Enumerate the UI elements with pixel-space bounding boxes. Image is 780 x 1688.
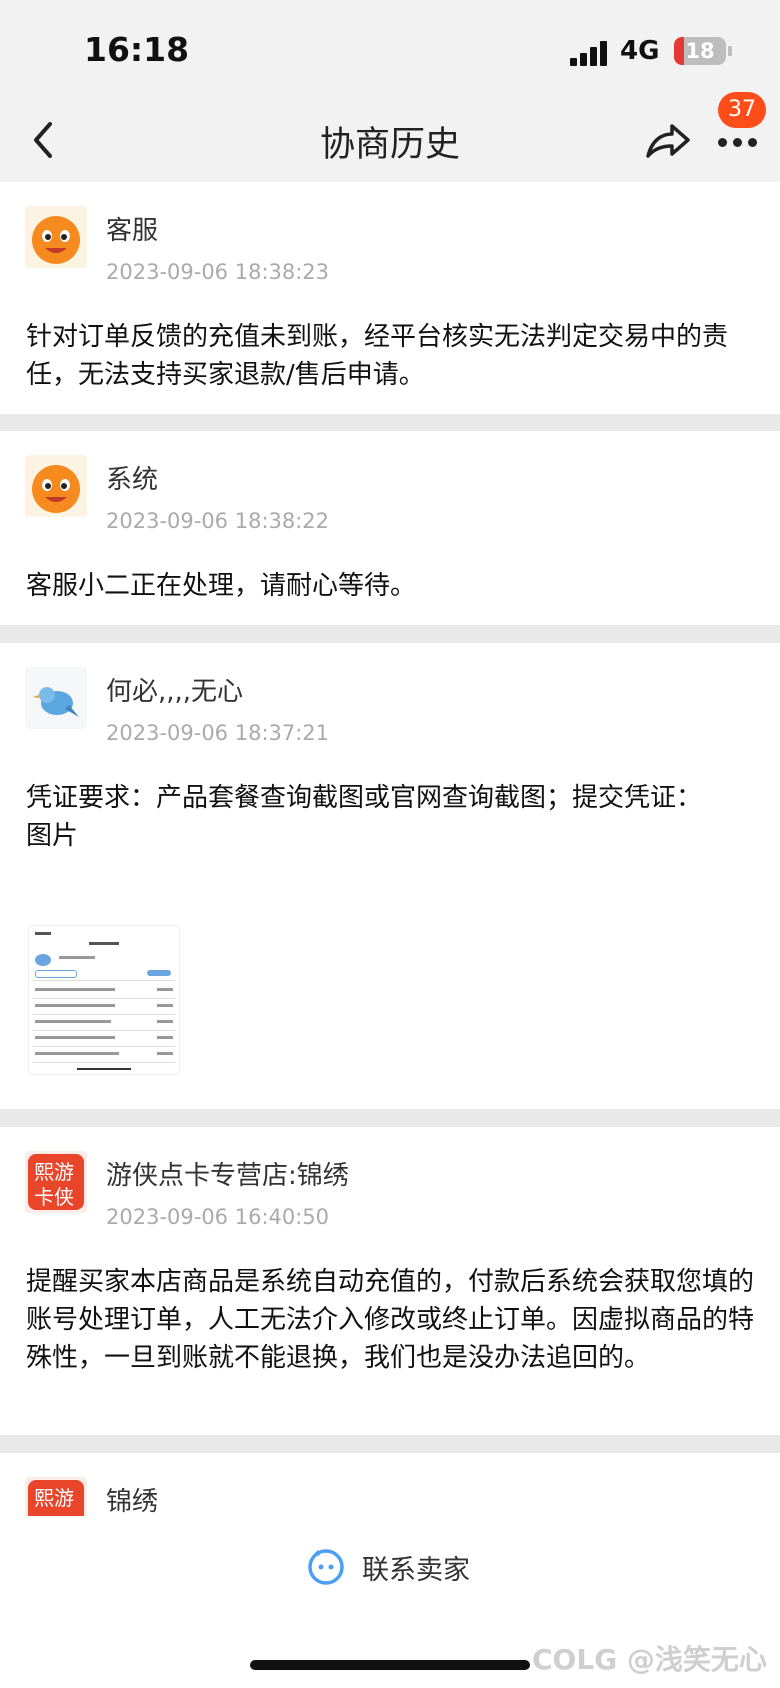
bottom-bar: 联系卖家 COLG @浅笑无心 bbox=[0, 1516, 780, 1688]
home-indicator bbox=[250, 1660, 530, 1670]
more-button[interactable] bbox=[716, 134, 760, 150]
avatar bbox=[25, 206, 87, 268]
evidence-image[interactable] bbox=[28, 925, 180, 1075]
nav-bar: 协商历史 bbox=[0, 100, 780, 182]
share-icon bbox=[646, 124, 690, 158]
message-text: 提醒买家本店商品是系统自动充值的，付款后系统会获取您填的账号处理订单，人工无法介… bbox=[26, 1267, 755, 1373]
sender-name: 系统 bbox=[106, 465, 159, 495]
battery-level: 18 bbox=[685, 39, 715, 63]
watermark: COLG @浅笑无心 bbox=[532, 1643, 767, 1676]
message-time: 2023-09-06 18:38:23 bbox=[106, 260, 330, 284]
message-time: 2023-09-06 18:37:21 bbox=[106, 721, 330, 745]
battery-cap bbox=[728, 46, 732, 56]
share-button[interactable] bbox=[644, 118, 692, 162]
message-text: 客服小二正在处理，请耐心等待。 bbox=[26, 571, 417, 601]
network-type: 4G bbox=[620, 36, 660, 66]
svg-text:卡侠: 卡侠 bbox=[34, 1185, 74, 1209]
signal-icon bbox=[570, 40, 610, 66]
message-card: 何必,,,,无心 2023-09-06 18:37:21 凭证要求：产品套餐查询… bbox=[0, 643, 780, 1109]
message-card: 系统 2023-09-06 18:38:22 客服小二正在处理，请耐心等待。 bbox=[0, 431, 780, 625]
contact-seller-label: 联系卖家 bbox=[362, 1555, 470, 1586]
message-time: 2023-09-06 18:38:22 bbox=[106, 509, 330, 533]
sender-name: 何必,,,,无心 bbox=[106, 677, 244, 707]
battery-icon: 18 bbox=[674, 37, 726, 65]
shop-logo-icon: 熙游 卡侠 bbox=[25, 1151, 87, 1213]
notification-badge: 37 bbox=[718, 92, 766, 128]
status-time: 16:18 bbox=[84, 30, 190, 69]
sender-name: 游侠点卡专营店:锦绣 bbox=[106, 1161, 349, 1191]
orange-mascot-icon bbox=[25, 206, 87, 268]
orange-mascot-icon bbox=[25, 455, 87, 517]
status-bar: 16:18 4G 18 bbox=[0, 0, 780, 100]
svg-text:熙游: 熙游 bbox=[34, 1486, 74, 1510]
sender-name: 客服 bbox=[106, 216, 159, 246]
blue-bird-icon bbox=[25, 667, 87, 729]
message-text: 针对订单反馈的充值未到账，经平台核实无法判定交易中的责任，无法支持买家退款/售后… bbox=[26, 322, 729, 390]
message-card: 熙游 卡侠 游侠点卡专营店:锦绣 2023-09-06 16:40:50 提醒买… bbox=[0, 1127, 780, 1435]
message-text: 凭证要求：产品套餐查询截图或官网查询截图；提交凭证： 图片 bbox=[26, 783, 703, 851]
sender-name: 锦绣 bbox=[106, 1487, 159, 1517]
message-time: 2023-09-06 16:40:50 bbox=[106, 1205, 330, 1229]
avatar bbox=[25, 667, 87, 729]
message-card: 客服 2023-09-06 18:38:23 针对订单反馈的充值未到账，经平台核… bbox=[0, 182, 780, 414]
shop-logo-text: 熙游 bbox=[34, 1160, 74, 1184]
chat-bubble-icon bbox=[308, 1549, 344, 1585]
avatar bbox=[25, 455, 87, 517]
avatar: 熙游 卡侠 bbox=[25, 1151, 87, 1213]
